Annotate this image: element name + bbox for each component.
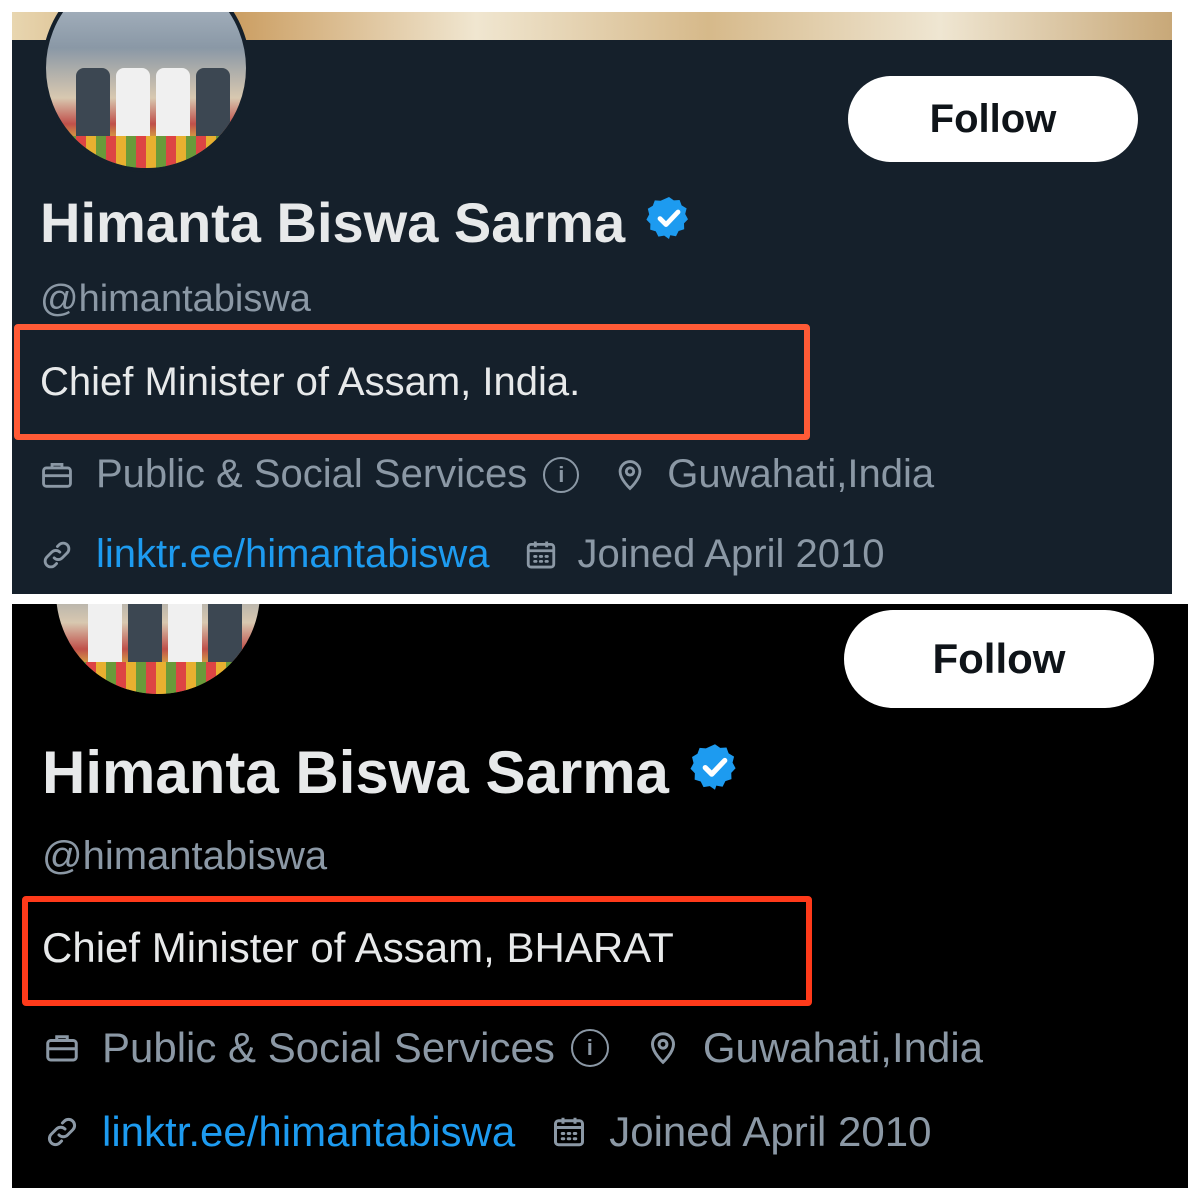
verified-badge-icon[interactable] xyxy=(645,190,693,255)
calendar-icon xyxy=(551,1114,587,1150)
display-name-row: Himanta Biswa Sarma xyxy=(40,190,693,255)
profile-link-row: linktr.ee/himantabiswa Joined April 2010 xyxy=(40,532,884,577)
profile-panel-before: Follow Himanta Biswa Sarma @himantabiswa… xyxy=(12,12,1172,594)
image-border xyxy=(0,1188,1200,1200)
briefcase-icon xyxy=(40,458,74,492)
profile-meta-row: Public & Social Services i Guwahati,Indi… xyxy=(44,1024,983,1072)
profile-link[interactable]: linktr.ee/himantabiswa xyxy=(102,1108,515,1156)
follow-button[interactable]: Follow xyxy=(848,76,1138,162)
profile-category: Public & Social Services xyxy=(102,1024,555,1071)
profile-link-row: linktr.ee/himantabiswa Joined April 2010 xyxy=(44,1108,931,1156)
follow-button[interactable]: Follow xyxy=(844,610,1154,708)
avatar[interactable] xyxy=(42,12,250,172)
info-icon[interactable]: i xyxy=(570,1029,609,1067)
link-icon xyxy=(40,538,74,572)
profile-meta-row: Public & Social Services i Guwahati,Indi… xyxy=(40,452,934,497)
briefcase-icon xyxy=(44,1030,80,1066)
link-icon xyxy=(44,1114,80,1150)
joined-date: Joined April 2010 xyxy=(609,1108,932,1155)
location-pin-icon xyxy=(645,1030,681,1066)
profile-location: Guwahati,India xyxy=(667,452,935,496)
profile-panel-after: Follow Himanta Biswa Sarma @himantabiswa… xyxy=(12,604,1188,1188)
profile-link[interactable]: linktr.ee/himantabiswa xyxy=(96,532,490,577)
profile-bio: Chief Minister of Assam, India. xyxy=(40,360,581,404)
user-handle: @himantabiswa xyxy=(42,834,328,878)
profile-location: Guwahati,India xyxy=(702,1024,984,1071)
profile-category: Public & Social Services xyxy=(96,452,528,496)
avatar[interactable] xyxy=(52,604,264,698)
info-icon[interactable]: i xyxy=(543,456,580,493)
display-name-row: Himanta Biswa Sarma xyxy=(42,738,741,807)
joined-date: Joined April 2010 xyxy=(577,532,885,576)
calendar-icon xyxy=(524,538,558,572)
profile-bio: Chief Minister of Assam, BHARAT xyxy=(42,924,674,971)
display-name: Himanta Biswa Sarma xyxy=(42,739,669,806)
display-name: Himanta Biswa Sarma xyxy=(40,191,626,254)
location-pin-icon xyxy=(613,458,647,492)
user-handle: @himantabiswa xyxy=(40,278,311,320)
verified-badge-icon[interactable] xyxy=(689,738,741,807)
